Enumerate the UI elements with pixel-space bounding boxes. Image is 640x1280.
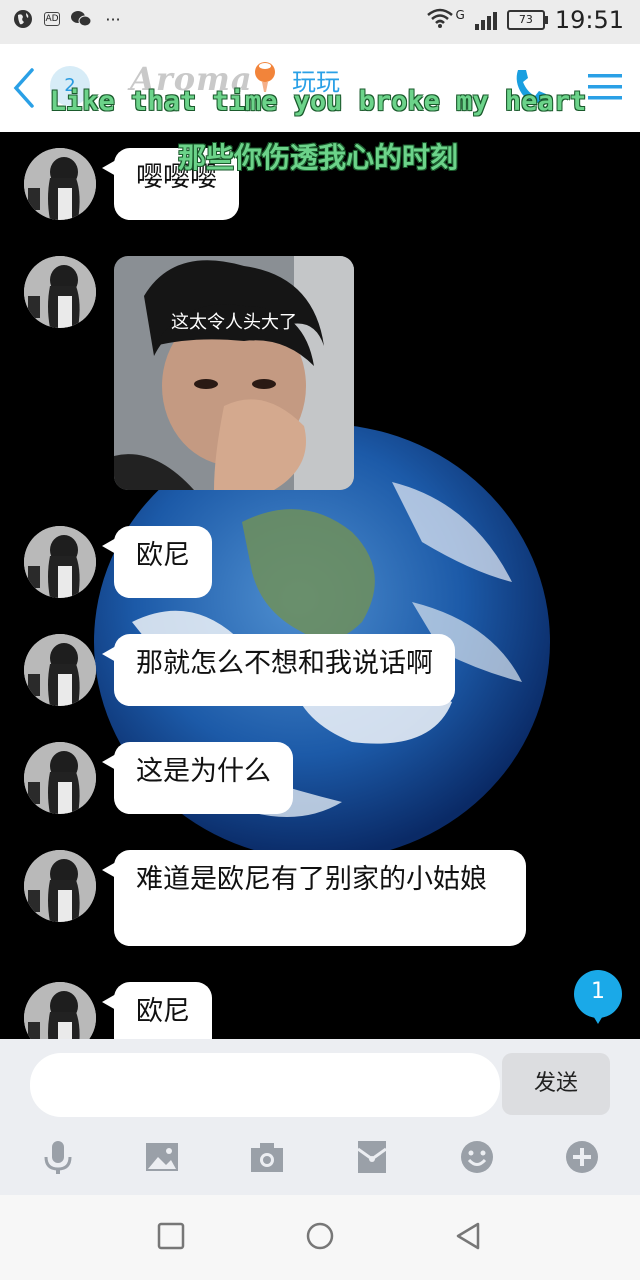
avatar[interactable] bbox=[24, 526, 96, 598]
avatar[interactable] bbox=[24, 634, 96, 706]
avatar[interactable] bbox=[24, 850, 96, 922]
composer: 发送 bbox=[0, 1039, 640, 1195]
recent-apps-icon[interactable] bbox=[154, 1219, 188, 1253]
home-icon[interactable] bbox=[303, 1219, 337, 1253]
clock: 19:51 bbox=[554, 6, 624, 34]
message-bubble[interactable]: 欧尼 bbox=[102, 982, 212, 1039]
system-nav-bar bbox=[0, 1195, 640, 1280]
image-icon[interactable] bbox=[144, 1139, 180, 1175]
message-bubble[interactable]: 难道是欧尼有了别家的小姑娘 bbox=[102, 850, 526, 946]
avatar[interactable] bbox=[24, 982, 96, 1039]
avatar[interactable] bbox=[24, 256, 96, 328]
lyric-chinese: 那些你伤透我心的时刻 bbox=[177, 141, 458, 174]
signal-icon bbox=[474, 10, 497, 30]
send-button[interactable]: 发送 bbox=[502, 1053, 610, 1115]
red-envelope-icon[interactable] bbox=[354, 1139, 390, 1175]
new-message-badge[interactable]: 1 bbox=[574, 970, 622, 1024]
message-bubble[interactable]: 欧尼 bbox=[102, 526, 212, 598]
globe-icon bbox=[12, 8, 34, 30]
battery-icon: 73 bbox=[506, 10, 548, 30]
ad-icon: AD bbox=[44, 12, 60, 26]
more-icon: ··· bbox=[105, 9, 121, 29]
plus-icon[interactable] bbox=[564, 1139, 600, 1175]
camera-icon[interactable] bbox=[249, 1139, 285, 1175]
lyric-english: Like that time you broke my heart bbox=[49, 86, 587, 117]
back-nav-icon[interactable] bbox=[452, 1219, 486, 1253]
status-bar: AD ··· G 73 19:51 bbox=[0, 0, 640, 44]
network-type: G bbox=[455, 8, 465, 22]
chat-area[interactable]: 嘤嘤嘤 这太令人头大了 欧尼 那就怎么不想和我说话啊 这是为什么 难道是欧尼有了… bbox=[0, 132, 640, 1039]
avatar[interactable] bbox=[24, 742, 96, 814]
wifi-icon bbox=[426, 7, 454, 33]
wechat-icon bbox=[70, 8, 92, 30]
mic-icon[interactable] bbox=[40, 1139, 76, 1175]
image-caption: 这太令人头大了 bbox=[171, 312, 297, 333]
message-input[interactable] bbox=[30, 1053, 500, 1117]
image-message[interactable]: 这太令人头大了 bbox=[114, 256, 354, 490]
message-bubble[interactable]: 那就怎么不想和我说话啊 bbox=[102, 634, 455, 706]
emoji-icon[interactable] bbox=[459, 1139, 495, 1175]
message-bubble[interactable]: 这是为什么 bbox=[102, 742, 293, 814]
